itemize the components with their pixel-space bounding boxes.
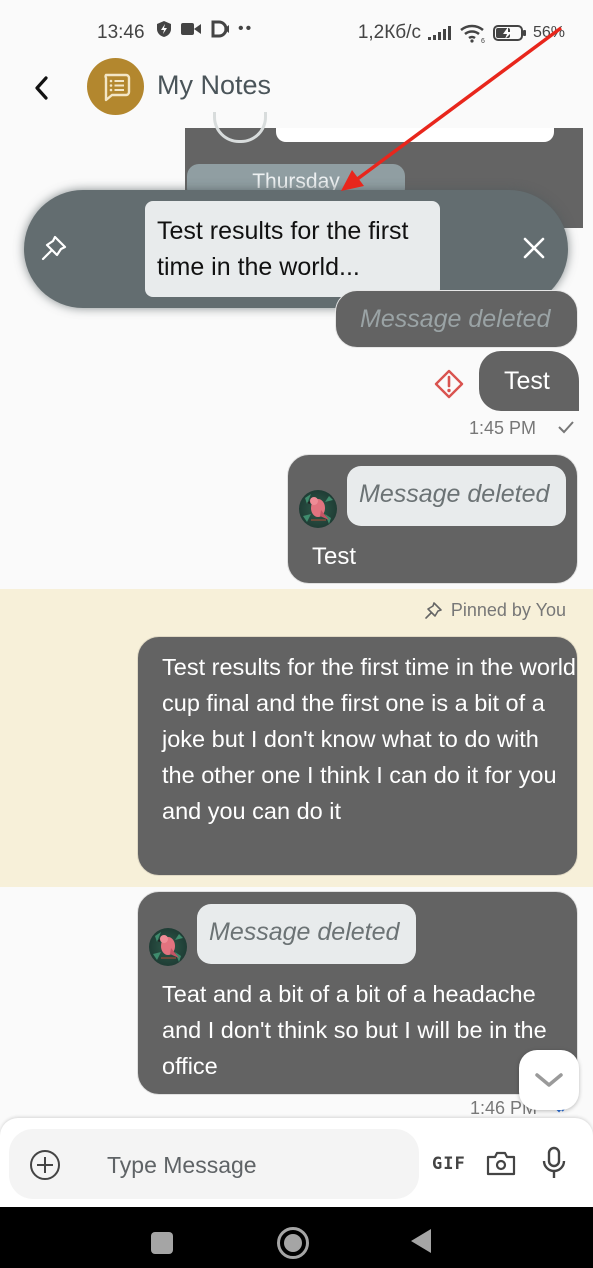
quoted-message[interactable]: Message deleted: [197, 904, 416, 964]
chat-title[interactable]: My Notes: [157, 70, 271, 101]
microphone-icon[interactable]: [540, 1146, 568, 1180]
pinned-by-text: Pinned by You: [450, 600, 566, 620]
pin-icon: [425, 601, 442, 619]
status-left-icons: ••: [156, 20, 253, 38]
message-bubble-reply[interactable]: Message deleted Test: [287, 454, 578, 584]
recent-apps-button[interactable]: [151, 1232, 173, 1254]
message-text: Test: [312, 543, 357, 570]
network-speed: 1,2Кб/с: [357, 22, 421, 43]
add-attachment-icon[interactable]: [29, 1149, 61, 1181]
chat-header: My Notes: [0, 58, 593, 128]
message-text: Teat and a bit of a bit of a headache an…: [162, 981, 547, 1079]
chevron-left-icon[interactable]: [28, 72, 56, 104]
status-bar: 13:46 •• 1,2Кб/с 6 56%: [0, 0, 593, 62]
back-button[interactable]: [411, 1229, 431, 1253]
home-circle-icon: [284, 1234, 302, 1252]
message-input-container: [9, 1129, 419, 1199]
chevron-down-icon: [535, 1073, 563, 1087]
quoted-message[interactable]: Message deleted: [347, 466, 566, 526]
camera-icon[interactable]: [485, 1148, 517, 1178]
home-button[interactable]: [277, 1227, 309, 1259]
d-icon: [211, 20, 229, 38]
wifi-icon: 6: [460, 24, 485, 43]
message-input[interactable]: [105, 1143, 409, 1187]
more-dots-icon: ••: [238, 20, 254, 37]
parrot-avatar: [299, 490, 337, 528]
battery-charging-icon: [492, 25, 526, 41]
pinned-message-preview[interactable]: Test results for the first time in the w…: [145, 201, 440, 297]
battery-percent: 56%: [532, 24, 565, 41]
warning-diamond-icon[interactable]: [433, 368, 465, 400]
deleted-message-label: Message deleted: [360, 305, 551, 333]
pinned-by-label: Pinned by You: [423, 600, 566, 621]
sent-check-icon: [558, 421, 574, 434]
message-bubble-reply[interactable]: Message deleted Teat and a bit of a bit …: [137, 891, 578, 1095]
unpin-icon[interactable]: [38, 232, 70, 264]
status-time: 13:46: [97, 22, 145, 43]
close-icon[interactable]: [520, 234, 548, 262]
video-icon: [181, 23, 201, 35]
signal-icon: [427, 26, 451, 40]
system-navigation-bar: [0, 1207, 593, 1268]
parrot-icon: [153, 932, 183, 962]
quoted-deleted-label: Message deleted: [359, 480, 550, 508]
shield-icon: [157, 21, 171, 37]
pinned-message-bubble[interactable]: Test results for the first time in the w…: [137, 636, 578, 876]
quoted-deleted-label: Message deleted: [209, 918, 400, 946]
message-bubble-deleted[interactable]: Message deleted: [335, 290, 578, 348]
message-composer: GIF: [0, 1118, 593, 1207]
parrot-icon: [303, 494, 333, 524]
quote-partial: [276, 128, 554, 142]
gif-button[interactable]: GIF: [432, 1154, 466, 1174]
message-bubble[interactable]: Test: [479, 351, 579, 411]
parrot-avatar: [149, 928, 187, 966]
svg-text:6: 6: [481, 38, 485, 43]
message-timestamp: 1:45 PM: [469, 418, 537, 438]
notes-chat-icon: [103, 73, 130, 101]
notes-avatar[interactable]: [87, 58, 144, 115]
scroll-to-bottom-button[interactable]: [519, 1050, 579, 1110]
status-right: 1,2Кб/с 6 56%: [358, 22, 565, 44]
